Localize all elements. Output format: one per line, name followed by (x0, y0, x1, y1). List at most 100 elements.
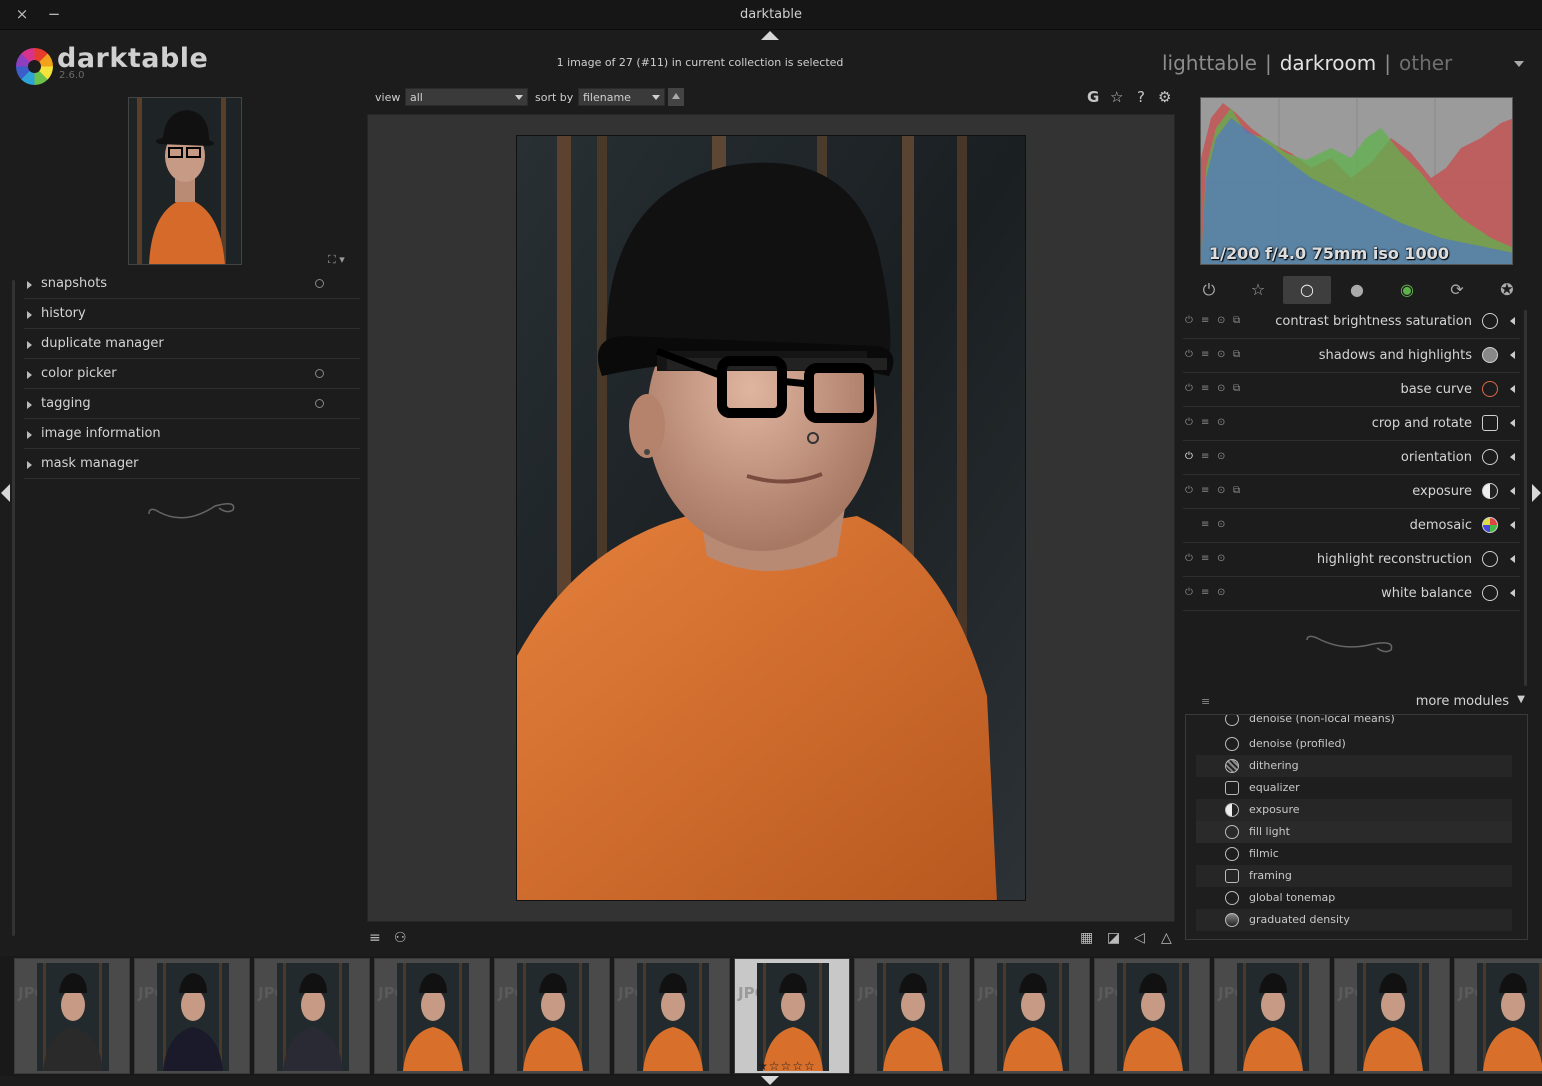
group-color-icon[interactable]: ◉ (1383, 276, 1431, 304)
view-darkroom[interactable]: darkroom (1280, 51, 1377, 75)
help-icon[interactable]: ? (1137, 88, 1145, 106)
presets-icon[interactable]: ≡ (1201, 695, 1210, 708)
presets-icon[interactable]: ≡ (1201, 383, 1209, 394)
collapse-right-panel-icon[interactable] (1532, 484, 1541, 502)
presets-icon[interactable]: ≡ (1201, 349, 1209, 360)
gear-icon[interactable]: ⚙ (1158, 88, 1171, 106)
sort-order-button[interactable] (668, 88, 684, 106)
filmstrip[interactable]: JPG JPG JPG JPG JPG JPG JPG ★☆☆☆☆ JPG JPG JPG JPG JP… (0, 956, 1542, 1076)
power-icon[interactable]: ⏻ (1185, 451, 1193, 462)
left-scrollbar[interactable] (12, 280, 15, 936)
power-icon[interactable]: ⏻ (1185, 383, 1193, 394)
filmstrip-thumbnail[interactable]: JPG (1454, 958, 1542, 1074)
star-overlay-icon[interactable]: ☆ (1110, 88, 1123, 106)
presets-menu-icon[interactable]: ≡ (369, 930, 381, 946)
multi-instance-icon[interactable]: ⧉ (1233, 349, 1240, 360)
view-filter-dropdown[interactable]: all (405, 88, 528, 106)
views-dropdown-icon[interactable] (1514, 61, 1524, 67)
module-crop-and-rotate[interactable]: ⏻ ≡ ⊙ crop and rotate (1183, 407, 1520, 441)
collapse-bottom-panel-icon[interactable] (761, 1076, 779, 1085)
list-item[interactable]: exposure (1196, 799, 1512, 821)
presets-icon[interactable]: ≡ (1201, 485, 1209, 496)
filmstrip-thumbnail[interactable]: JPG (614, 958, 730, 1074)
power-icon[interactable]: ⏻ (1185, 587, 1193, 598)
module-image-information[interactable]: image information (24, 423, 360, 449)
list-item[interactable]: denoise (profiled) (1196, 733, 1512, 755)
more-modules-header[interactable]: ≡ more modules ▼ (1183, 692, 1529, 712)
zoom-fit-icon[interactable]: ⛶ ▾ (328, 253, 345, 267)
group-effects-icon[interactable]: ✪ (1483, 276, 1531, 304)
filmstrip-thumbnail[interactable]: JPG (134, 958, 250, 1074)
reset-icon[interactable]: ⊙ (1217, 553, 1225, 564)
module-orientation[interactable]: ⏻ ≡ ⊙ orientation (1183, 441, 1520, 475)
reset-icon[interactable]: ⊙ (1217, 417, 1225, 428)
reset-icon[interactable]: ⊙ (1217, 587, 1225, 598)
module-tagging[interactable]: tagging (24, 393, 360, 419)
module-contrast-brightness-saturation[interactable]: ⏻ ≡ ⊙ ⧉ contrast brightness saturation (1183, 305, 1520, 339)
presets-icon[interactable]: ≡ (1201, 417, 1209, 428)
color-assessment-icon[interactable]: ▦ (1080, 930, 1093, 946)
module-snapshots[interactable]: snapshots (24, 273, 360, 299)
sort-dropdown[interactable]: filename (578, 88, 665, 106)
presets-icon[interactable]: ≡ (1201, 315, 1209, 326)
power-icon[interactable]: ⏻ (1185, 485, 1193, 496)
gamut-check-icon[interactable]: ◁ (1134, 930, 1145, 946)
reset-icon[interactable]: ⊙ (1217, 451, 1225, 462)
module-exposure[interactable]: ⏻ ≡ ⊙ ⧉ exposure (1183, 475, 1520, 509)
module-history[interactable]: history (24, 303, 360, 329)
grouping-icon[interactable]: G (1087, 88, 1099, 106)
softproof-icon[interactable]: ◪ (1107, 930, 1120, 946)
module-highlight-reconstruction[interactable]: ⏻ ≡ ⊙ highlight reconstruction (1183, 543, 1520, 577)
reset-icon[interactable]: ⊙ (1217, 383, 1225, 394)
group-basic-icon[interactable]: ○ (1283, 276, 1331, 304)
histogram[interactable]: 1/200 f/4.0 75mm iso 1000 (1200, 97, 1513, 265)
filmstrip-thumbnail[interactable]: JPG (14, 958, 130, 1074)
power-icon[interactable]: ⏻ (1185, 315, 1193, 326)
styles-icon[interactable]: ⚇ (394, 930, 407, 946)
list-item[interactable]: global tonemap (1196, 887, 1512, 909)
multi-instance-icon[interactable]: ⧉ (1233, 315, 1240, 326)
more-modules-list[interactable]: denoise (non-local means) denoise (profi… (1185, 714, 1528, 940)
module-color-picker[interactable]: color picker (24, 363, 360, 389)
warning-icon[interactable]: △ (1161, 930, 1172, 946)
rating-stars[interactable]: ★☆☆☆☆ (757, 1059, 816, 1073)
power-icon[interactable]: ⏻ (1185, 417, 1193, 428)
presets-icon[interactable]: ≡ (1201, 451, 1209, 462)
module-duplicate-manager[interactable]: duplicate manager (24, 333, 360, 359)
reset-icon[interactable] (315, 399, 324, 408)
module-mask-manager[interactable]: mask manager (24, 453, 360, 479)
collapse-left-panel-icon[interactable] (1, 484, 10, 502)
filmstrip-thumbnail[interactable]: JPG ★☆☆☆☆ (734, 958, 850, 1074)
reset-icon[interactable]: ⊙ (1217, 315, 1225, 326)
list-item[interactable]: dithering (1196, 755, 1512, 777)
module-white-balance[interactable]: ⏻ ≡ ⊙ white balance (1183, 577, 1520, 611)
filmstrip-thumbnail[interactable]: JPG (974, 958, 1090, 1074)
reset-icon[interactable] (315, 279, 324, 288)
list-item[interactable]: equalizer (1196, 777, 1512, 799)
presets-icon[interactable]: ≡ (1201, 587, 1209, 598)
navigation-thumbnail[interactable] (128, 97, 242, 265)
image-canvas[interactable] (367, 114, 1175, 922)
list-item[interactable]: framing (1196, 865, 1512, 887)
multi-instance-icon[interactable]: ⧉ (1233, 383, 1240, 394)
power-icon[interactable]: ⏻ (1185, 349, 1193, 360)
power-icon[interactable]: ⏻ (1185, 553, 1193, 564)
view-lighttable[interactable]: lighttable (1162, 51, 1257, 75)
list-item[interactable]: filmic (1196, 843, 1512, 865)
list-item[interactable]: graduated density (1196, 909, 1512, 931)
filmstrip-thumbnail[interactable]: JPG (374, 958, 490, 1074)
group-tone-icon[interactable]: ● (1333, 276, 1381, 304)
list-item[interactable]: fill light (1196, 821, 1512, 843)
group-correct-icon[interactable]: ⟳ (1433, 276, 1481, 304)
presets-icon[interactable]: ≡ (1201, 519, 1209, 530)
reset-icon[interactable]: ⊙ (1217, 485, 1225, 496)
group-favorites-icon[interactable]: ☆ (1234, 276, 1282, 304)
filmstrip-thumbnail[interactable]: JPG (854, 958, 970, 1074)
module-demosaic[interactable]: ≡ ⊙ demosaic (1183, 509, 1520, 543)
filmstrip-thumbnail[interactable]: JPG (254, 958, 370, 1074)
collapse-top-panel-icon[interactable] (761, 31, 779, 40)
view-other[interactable]: other (1399, 51, 1452, 75)
module-shadows-and-highlights[interactable]: ⏻ ≡ ⊙ ⧉ shadows and highlights (1183, 339, 1520, 373)
right-scrollbar[interactable] (1524, 310, 1527, 686)
presets-icon[interactable]: ≡ (1201, 553, 1209, 564)
